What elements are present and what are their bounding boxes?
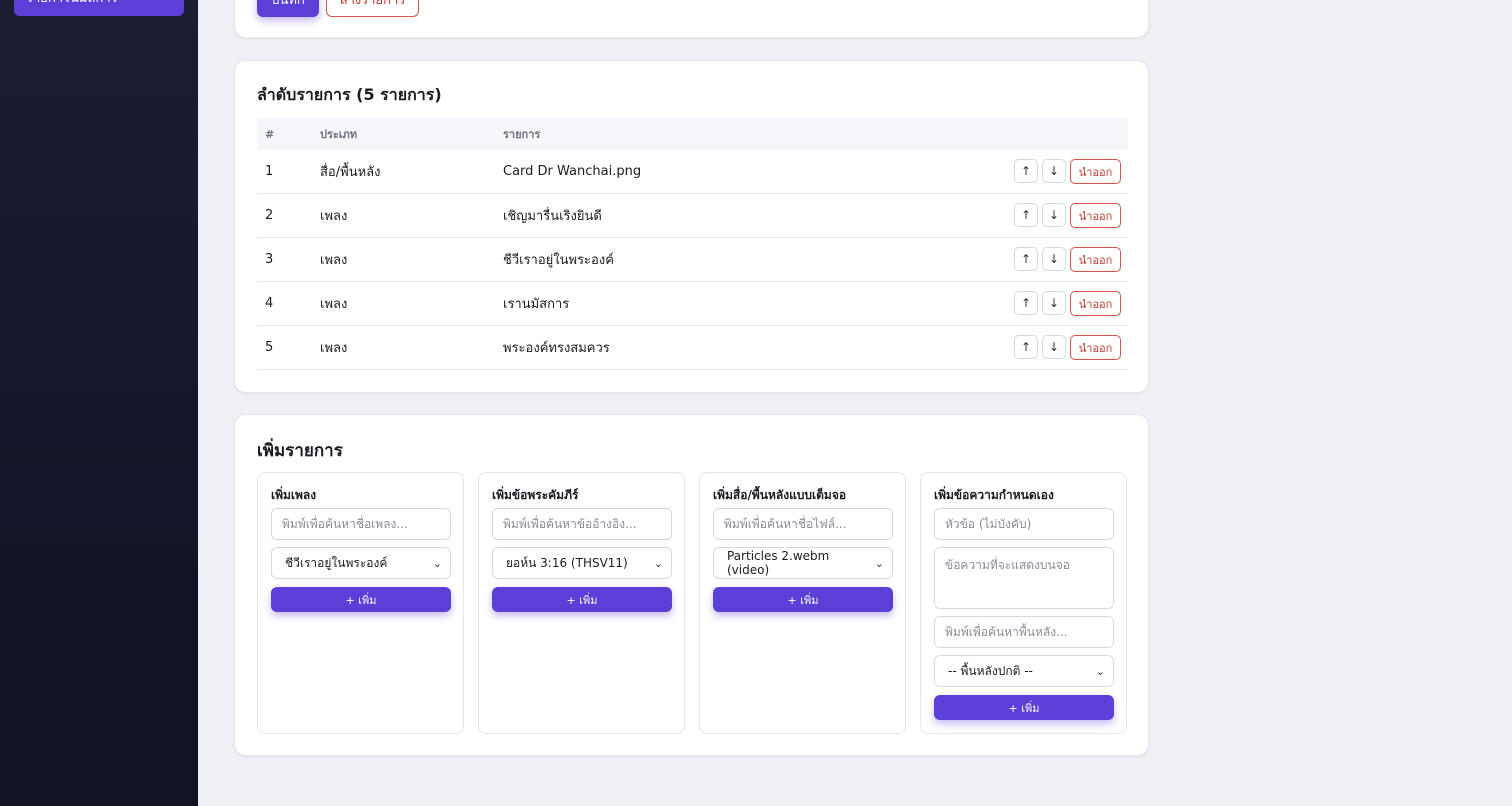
scripture-select-value: ยอห์น 3:16 (THSV11): [506, 555, 628, 570]
column-header-type: ประเภท: [320, 128, 358, 141]
add-scripture-panel: เพิ่มข้อพระคัมภีร์ ยอห์น 3:16 (THSV11) ⌄…: [478, 472, 685, 734]
row-number: 3: [265, 252, 274, 267]
table-row: 1 สื่อ/พื้นหลัง Card Dr Wanchai.png ↑ ↓ …: [257, 150, 1128, 194]
row-actions: ↑ ↓ นำออก: [998, 247, 1128, 272]
table-row: 2 เพลง เชิญมารื่นเริงยินดี ↑ ↓ นำออก: [257, 194, 1128, 238]
custom-text-input[interactable]: [934, 547, 1114, 609]
actions-card: บันทึก ล้างรายการ: [234, 0, 1149, 38]
row-item: Card Dr Wanchai.png: [503, 164, 642, 179]
add-song-panel: เพิ่มเพลง ชีวีเราอยู่ในพระองค์ ⌄ + เพิ่ม: [257, 472, 464, 734]
remove-button[interactable]: นำออก: [1070, 203, 1121, 228]
row-actions: ↑ ↓ นำออก: [998, 159, 1128, 184]
add-custom-text-panel: เพิ่มข้อความกำหนดเอง -- พื้นหลังปกติ -- …: [920, 472, 1127, 734]
song-select-value: ชีวีเราอยู่ในพระองค์: [285, 555, 388, 570]
table-row: 4 เพลง เรานมัสการ ↑ ↓ นำออก: [257, 282, 1128, 326]
add-items-card: เพิ่มรายการ เพิ่มเพลง ชีวีเราอยู่ในพระอง…: [234, 414, 1149, 756]
row-actions: ↑ ↓ นำออก: [998, 291, 1128, 316]
row-type: เพลง: [320, 297, 348, 312]
row-number: 1: [265, 164, 274, 179]
queue-table: # ประเภท รายการ 1 สื่อ/พื้นหลัง Card Dr …: [257, 118, 1128, 370]
chevron-down-icon: ⌄: [874, 556, 884, 570]
queue-card: ลำดับรายการ (5 รายการ) # ประเภท รายการ 1…: [234, 60, 1149, 393]
row-number: 5: [265, 340, 274, 355]
move-down-button[interactable]: ↓: [1042, 159, 1066, 183]
row-number: 4: [265, 296, 274, 311]
move-up-button[interactable]: ↑: [1014, 203, 1038, 227]
row-type: สื่อ/พื้นหลัง: [320, 165, 381, 180]
add-song-title: เพิ่มเพลง: [271, 488, 317, 502]
chevron-down-icon: ⌄: [432, 556, 442, 570]
add-items-title: เพิ่มรายการ: [257, 441, 343, 461]
custom-heading-input[interactable]: [934, 508, 1114, 540]
background-select-value: -- พื้นหลังปกติ --: [948, 663, 1033, 678]
scripture-select[interactable]: ยอห์น 3:16 (THSV11) ⌄: [492, 547, 672, 579]
row-type: เพลง: [320, 209, 348, 224]
clear-list-button[interactable]: ล้างรายการ: [326, 0, 419, 17]
chevron-down-icon: ⌄: [1095, 664, 1105, 678]
add-custom-text-button[interactable]: + เพิ่ม: [934, 695, 1114, 720]
move-down-button[interactable]: ↓: [1042, 247, 1066, 271]
row-type: เพลง: [320, 341, 348, 356]
remove-button[interactable]: นำออก: [1070, 159, 1121, 184]
move-up-button[interactable]: ↑: [1014, 335, 1038, 359]
table-row: 5 เพลง พระองค์ทรงสมควร ↑ ↓ นำออก: [257, 326, 1128, 370]
move-up-button[interactable]: ↑: [1014, 247, 1038, 271]
table-header: # ประเภท รายการ: [257, 118, 1128, 150]
row-type: เพลง: [320, 253, 348, 268]
sidebar: รายการนมัสการ: [0, 0, 198, 806]
row-number: 2: [265, 208, 274, 223]
add-song-button[interactable]: + เพิ่ม: [271, 587, 451, 612]
row-actions: ↑ ↓ นำออก: [998, 335, 1128, 360]
column-header-number: #: [265, 127, 275, 141]
chevron-down-icon: ⌄: [653, 556, 663, 570]
table-row: 3 เพลง ชีวีเราอยู่ในพระองค์ ↑ ↓ นำออก: [257, 238, 1128, 282]
add-scripture-title: เพิ่มข้อพระคัมภีร์: [492, 488, 579, 502]
add-custom-text-title: เพิ่มข้อความกำหนดเอง: [934, 488, 1054, 502]
add-scripture-button[interactable]: + เพิ่ม: [492, 587, 672, 612]
remove-button[interactable]: นำออก: [1070, 247, 1121, 272]
media-select[interactable]: Particles 2.webm (video) ⌄: [713, 547, 893, 579]
sidebar-item-worship-list[interactable]: รายการนมัสการ: [14, 0, 184, 16]
move-up-button[interactable]: ↑: [1014, 291, 1038, 315]
move-down-button[interactable]: ↓: [1042, 335, 1066, 359]
song-select[interactable]: ชีวีเราอยู่ในพระองค์ ⌄: [271, 547, 451, 579]
move-down-button[interactable]: ↓: [1042, 291, 1066, 315]
row-item: เชิญมารื่นเริงยินดี: [503, 209, 602, 224]
row-item: ชีวีเราอยู่ในพระองค์: [503, 253, 614, 268]
move-down-button[interactable]: ↓: [1042, 203, 1066, 227]
song-search-input[interactable]: [271, 508, 451, 540]
remove-button[interactable]: นำออก: [1070, 291, 1121, 316]
row-item: พระองค์ทรงสมควร: [503, 341, 610, 356]
background-search-input[interactable]: [934, 616, 1114, 648]
main-content: บันทึก ล้างรายการ ลำดับรายการ (5 รายการ)…: [198, 0, 1512, 806]
row-item: เรานมัสการ: [503, 297, 570, 312]
media-search-input[interactable]: [713, 508, 893, 540]
add-media-panel: เพิ่มสื่อ/พื้นหลังแบบเต็มจอ Particles 2.…: [699, 472, 906, 734]
media-select-value: Particles 2.webm (video): [727, 549, 830, 577]
remove-button[interactable]: นำออก: [1070, 335, 1121, 360]
add-media-title: เพิ่มสื่อ/พื้นหลังแบบเต็มจอ: [713, 488, 847, 502]
move-up-button[interactable]: ↑: [1014, 159, 1038, 183]
add-media-button[interactable]: + เพิ่ม: [713, 587, 893, 612]
column-header-item: รายการ: [503, 128, 541, 141]
scripture-search-input[interactable]: [492, 508, 672, 540]
row-actions: ↑ ↓ นำออก: [998, 203, 1128, 228]
background-select[interactable]: -- พื้นหลังปกติ -- ⌄: [934, 655, 1114, 687]
queue-title: ลำดับรายการ (5 รายการ): [257, 85, 442, 104]
save-button[interactable]: บันทึก: [257, 0, 319, 17]
